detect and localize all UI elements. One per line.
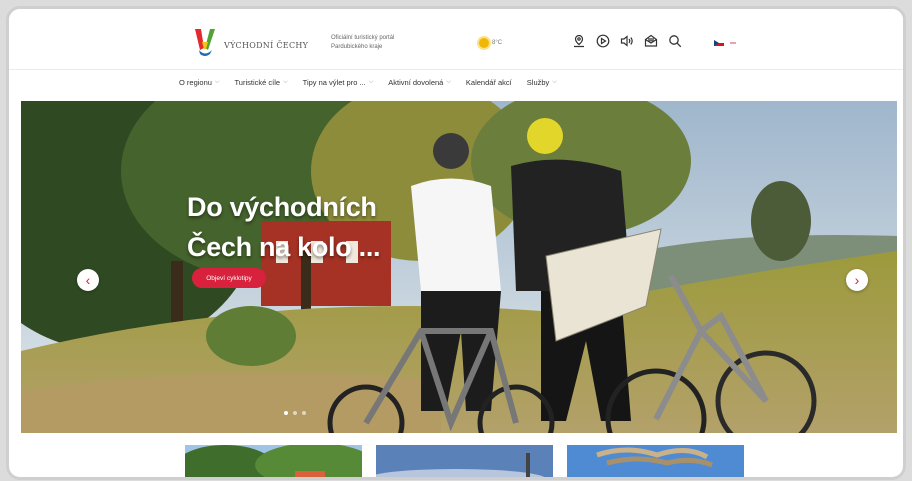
discover-cycling-button[interactable]: Objeví cyklotipy bbox=[192, 268, 266, 288]
header-icons bbox=[572, 34, 682, 48]
header-divider bbox=[9, 69, 903, 70]
chevron-down-icon: ⌵ bbox=[283, 79, 288, 85]
hero-title-line1: Do východních bbox=[187, 192, 377, 222]
hero-slider: Do východních Čech na kolo ... Objeví cy… bbox=[21, 101, 897, 433]
browser-frame: VÝCHODNÍ ČECHY Oficiální turistický port… bbox=[6, 6, 906, 480]
slider-dot[interactable] bbox=[302, 411, 306, 415]
weather-temperature: 8°C bbox=[492, 40, 503, 46]
slider-dots bbox=[284, 411, 306, 415]
nav-item-0[interactable]: O regionu ⌵ bbox=[179, 78, 220, 87]
hero-image bbox=[21, 101, 897, 433]
logo-icon[interactable] bbox=[194, 28, 216, 58]
nav-item-label: Aktivní dovolená bbox=[388, 78, 444, 87]
play-circle-icon[interactable] bbox=[596, 34, 610, 48]
weather-widget[interactable]: 8°C bbox=[479, 38, 502, 48]
nav-item-label: Služby bbox=[526, 78, 550, 87]
chevron-down-icon: ⌵ bbox=[552, 79, 557, 85]
search-icon[interactable] bbox=[668, 34, 682, 48]
slider-next-button[interactable]: › bbox=[846, 269, 868, 291]
chevron-left-icon: ‹ bbox=[85, 272, 91, 288]
nav-item-label: Turistické cíle bbox=[234, 78, 281, 87]
site-tagline: Oficiální turistický portál Pardubického… bbox=[331, 34, 411, 52]
slider-dot[interactable] bbox=[293, 411, 297, 415]
nav-item-4[interactable]: Kalendář akcí bbox=[466, 78, 512, 87]
language-dropdown-icon bbox=[730, 42, 736, 44]
teaser-thumbnail[interactable] bbox=[185, 445, 362, 477]
chevron-down-icon: ⌵ bbox=[214, 79, 220, 85]
speaker-icon[interactable] bbox=[620, 34, 634, 48]
tagline-line2: Pardubického kraje bbox=[331, 44, 383, 50]
teaser-thumbnail[interactable] bbox=[567, 445, 744, 477]
site-header: VÝCHODNÍ ČECHY Oficiální turistický port… bbox=[9, 9, 903, 69]
chevron-right-icon: › bbox=[854, 272, 860, 288]
hero-title: Do východních Čech na kolo ... bbox=[187, 187, 381, 267]
nav-item-3[interactable]: Aktivní dovolená ⌵ bbox=[388, 78, 451, 87]
slider-prev-button[interactable]: ‹ bbox=[77, 269, 99, 291]
nav-item-2[interactable]: Tipy na výlet pro ... ⌵ bbox=[303, 78, 374, 87]
mail-icon[interactable] bbox=[644, 34, 658, 48]
nav-item-label: Kalendář akcí bbox=[465, 78, 512, 87]
sun-icon bbox=[479, 38, 489, 48]
hero-title-line2: Čech na kolo ... bbox=[187, 232, 381, 262]
map-marker-icon[interactable] bbox=[572, 34, 586, 48]
chevron-down-icon: ⌵ bbox=[446, 79, 451, 85]
teaser-thumbnail[interactable] bbox=[376, 445, 553, 477]
slider-dot[interactable] bbox=[284, 411, 288, 415]
czech-flag-icon bbox=[714, 40, 724, 46]
nav-item-5[interactable]: Služby ⌵ bbox=[527, 78, 557, 87]
teaser-thumbnails bbox=[185, 445, 744, 477]
nav-item-label: O regionu bbox=[179, 78, 212, 87]
chevron-down-icon: ⌵ bbox=[368, 79, 374, 85]
tagline-line1: Oficiální turistický portál bbox=[331, 35, 395, 41]
nav-item-1[interactable]: Turistické cíle ⌵ bbox=[235, 78, 288, 87]
logo-text[interactable]: VÝCHODNÍ ČECHY bbox=[224, 41, 308, 50]
language-switcher[interactable] bbox=[714, 40, 736, 46]
nav-item-label: Tipy na výlet pro ... bbox=[302, 78, 366, 87]
main-navigation: O regionu ⌵ Turistické cíle ⌵ Tipy na výlet … bbox=[179, 78, 557, 87]
